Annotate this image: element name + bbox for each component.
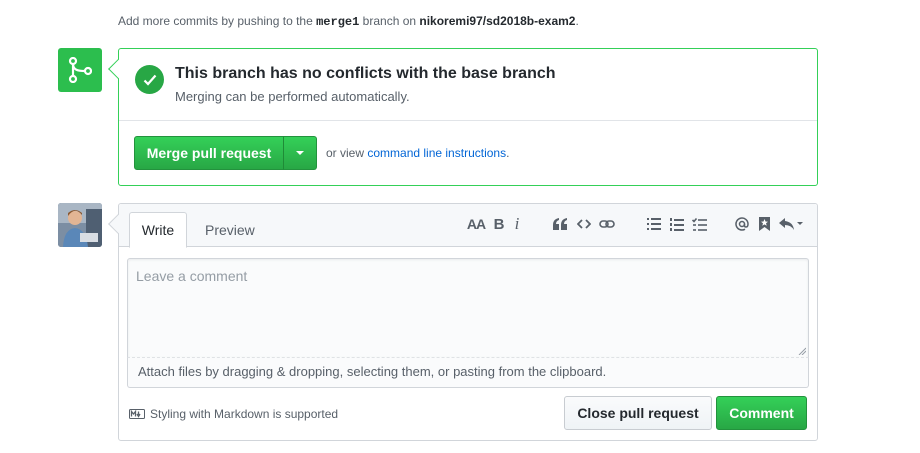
task-list-icon[interactable] [691,215,707,233]
italic-icon[interactable]: i [512,214,522,233]
merge-status: This branch has no conflicts with the ba… [119,49,817,121]
unordered-list-icon[interactable] [646,215,662,233]
or-view-text: or view [326,146,365,160]
push-hint-suffix: . [575,14,579,28]
merge-status-subtitle: Merging can be performed automatically. [175,89,410,104]
close-pull-request-button[interactable]: Close pull request [564,396,712,430]
code-icon[interactable] [576,215,592,233]
merge-pull-request-button[interactable]: Merge pull request [134,136,284,170]
or-view-suffix: . [506,146,510,160]
mention-icon[interactable] [734,215,750,233]
command-line-hint: or view command line instructions. [326,146,509,160]
merge-status-title: This branch has no conflicts with the ba… [175,65,556,82]
push-hint: Add more commits by pushing to the merge… [118,14,579,29]
avatar[interactable] [58,203,102,247]
push-hint-middle: branch on [362,14,417,28]
markdown-icon [129,409,145,419]
resize-grip-icon[interactable] [798,347,806,355]
push-hint-prefix: Add more commits by pushing to the [118,14,313,28]
comment-form: Write Preview AA B i Leave a comment Att… [108,203,818,441]
merge-actions: Merge pull request or view command line … [119,121,817,185]
quote-icon[interactable] [552,215,568,233]
repo-name: nikoremi97/sd2018b-exam2 [419,14,576,28]
merge-method-dropdown[interactable] [283,136,317,170]
file-attach-area[interactable]: Attach files by dragging & dropping, sel… [127,357,809,388]
caret-down-icon [296,151,304,155]
comment-button[interactable]: Comment [716,396,807,430]
bookmark-icon[interactable] [757,215,771,233]
git-merge-icon [58,48,102,92]
comment-textarea-wrapper [127,258,809,357]
tab-write[interactable]: Write [129,212,187,248]
bold-icon[interactable]: B [492,215,506,233]
reply-icon[interactable] [779,215,803,233]
merge-panel: This branch has no conflicts with the ba… [108,48,818,186]
markdown-note: Styling with Markdown is supported [129,407,338,421]
comment-textarea[interactable] [128,259,808,357]
markdown-note-text: Styling with Markdown is supported [150,407,339,421]
branch-name: merge1 [316,15,360,29]
tab-preview[interactable]: Preview [193,212,267,248]
check-icon [135,65,164,94]
command-line-instructions-link[interactable]: command line instructions [367,146,506,160]
ordered-list-icon[interactable] [669,215,685,233]
heading-icon[interactable]: AA [467,215,486,233]
link-icon[interactable] [598,215,616,233]
comment-tabbar: Write Preview AA B i [119,204,817,248]
